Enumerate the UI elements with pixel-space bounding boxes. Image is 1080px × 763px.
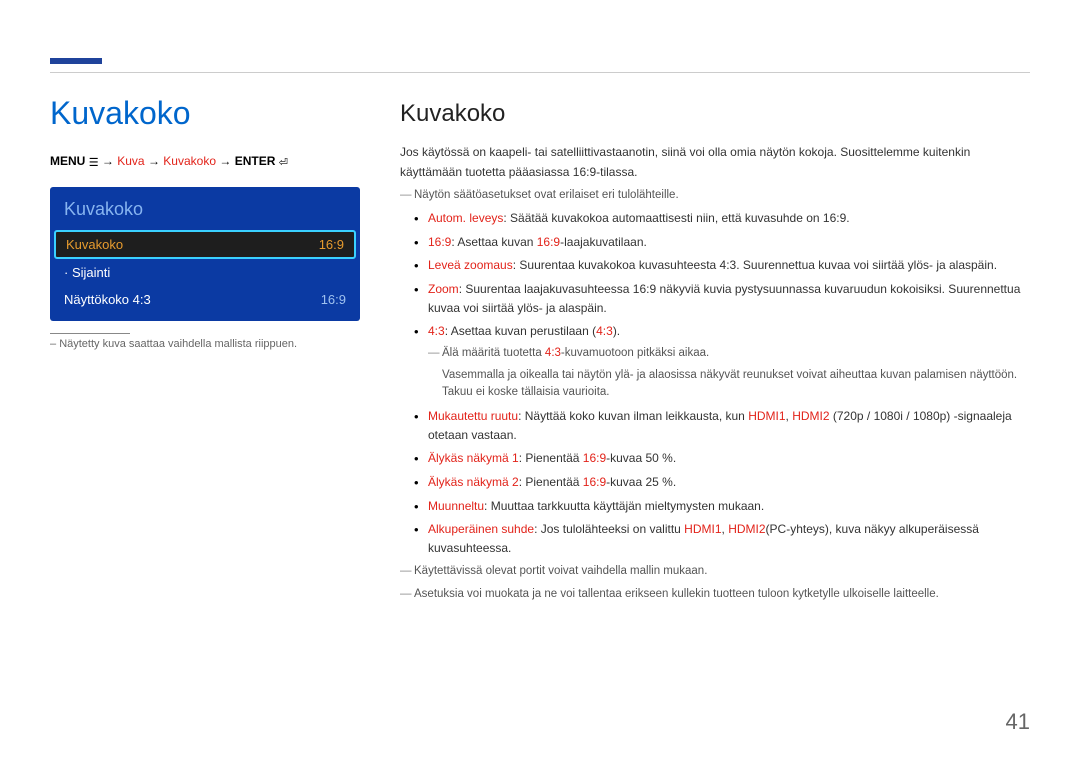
note-4-3-burn: Vasemmalla ja oikealla tai näytön ylä- j… [428, 367, 1030, 403]
option-text: : Pienentää [519, 451, 583, 465]
option-text: : Jos tulolähteeksi on valittu [534, 522, 684, 536]
option-kw: 16:9 [583, 451, 606, 465]
osd-menu-title: Kuvakoko [50, 197, 360, 230]
top-divider [50, 72, 1030, 73]
option-kw: 4:3 [596, 324, 613, 338]
osd-row-label: · Sijainti [64, 265, 110, 280]
option-zoom: Zoom: Suurentaa laajakuvasuhteessa 16:9 … [428, 280, 1030, 317]
breadcrumb: MENU ☰ → Kuva → Kuvakoko → ENTER ⏎ [50, 154, 360, 169]
option-label: 16:9 [428, 235, 451, 249]
option-text: -laajakuvatilaan. [560, 235, 647, 249]
option-label: Älykäs näkymä 1 [428, 451, 519, 465]
note-ports-vary: Käytettävissä olevat portit voivat vaihd… [400, 562, 1030, 580]
option-label: Leveä zoomaus [428, 258, 513, 272]
osd-menu-box: Kuvakoko Kuvakoko 16:9 · Sijainti Näyttö… [50, 187, 360, 321]
left-title: Kuvakoko [50, 95, 360, 132]
left-footnote: – Näytetty kuva saattaa vaihdella mallis… [50, 338, 360, 350]
bc-arrow: → [219, 154, 234, 168]
option-alykas-nakyma-2: Älykäs näkymä 2: Pienentää 16:9-kuvaa 25… [428, 473, 1030, 492]
option-16-9: 16:9: Asettaa kuvan 16:9-laajakuvatilaan… [428, 233, 1030, 252]
bc-arrow: → [148, 154, 163, 168]
option-alykas-nakyma-1: Älykäs näkymä 1: Pienentää 16:9-kuvaa 50… [428, 449, 1030, 468]
intro-paragraph: Jos käytössä on kaapeli- tai satelliitti… [400, 143, 1030, 181]
note-4-3-caution: Älä määritä tuotetta 4:3-kuvamuotoon pit… [428, 345, 1030, 363]
enter-icon: ⏎ [279, 156, 288, 169]
osd-row-kuvakoko[interactable]: Kuvakoko 16:9 [54, 230, 356, 259]
bc-arrow: → [102, 154, 117, 168]
footnote-divider [50, 333, 130, 334]
option-kw: 16:9 [537, 235, 560, 249]
option-text: : Suurentaa kuvakokoa kuvasuhteesta 4:3.… [513, 258, 997, 272]
option-autom-leveys: Autom. leveys: Säätää kuvakokoa automaat… [428, 209, 1030, 228]
option-text: : Pienentää [519, 475, 583, 489]
option-kw: 16:9 [583, 475, 606, 489]
option-label: Autom. leveys [428, 211, 503, 225]
option-label: Zoom [428, 282, 459, 296]
option-kw: HDMI1 [684, 522, 721, 536]
option-label: Älykäs näkymä 2 [428, 475, 519, 489]
option-mukautettu-ruutu: Mukautettu ruutu: Näyttää koko kuvan ilm… [428, 407, 1030, 444]
footnote-text: Näytetty kuva saattaa vaihdella mallista… [59, 338, 297, 350]
right-column: Kuvakoko Jos käytössä on kaapeli- tai sa… [400, 95, 1030, 607]
option-text: -kuvaa 25 %. [606, 475, 676, 489]
option-label: Mukautettu ruutu [428, 409, 518, 423]
option-label: 4:3 [428, 324, 445, 338]
osd-row-label: Kuvakoko [66, 237, 123, 252]
osd-row-nayttokoko[interactable]: Näyttökoko 4:3 16:9 [50, 286, 360, 313]
right-title: Kuvakoko [400, 95, 1030, 133]
option-text: : Suurentaa laajakuvasuhteessa 16:9 näky… [428, 282, 1020, 315]
accent-bar [50, 58, 102, 64]
option-text: -kuvaa 50 %. [606, 451, 676, 465]
option-text: : Muuttaa tarkkuutta käyttäjän mieltymys… [484, 499, 764, 513]
option-text: : Näyttää koko kuvan ilman leikkausta, k… [518, 409, 748, 423]
option-text: ). [613, 324, 620, 338]
option-levea-zoomaus: Leveä zoomaus: Suurentaa kuvakokoa kuvas… [428, 256, 1030, 275]
option-label: Muunneltu [428, 499, 484, 513]
bc-part-kuvakoko: Kuvakoko [163, 154, 216, 168]
option-alkuperainen-suhde: Alkuperäinen suhde: Jos tulolähteeksi on… [428, 520, 1030, 557]
content-area: Kuvakoko MENU ☰ → Kuva → Kuvakoko → ENTE… [50, 0, 1030, 607]
bc-enter-label: ENTER [235, 154, 276, 168]
option-kw: HDMI2 [792, 409, 829, 423]
menu-icon: ☰ [89, 156, 99, 169]
osd-row-value: 16:9 [321, 292, 346, 307]
option-list: Autom. leveys: Säätää kuvakokoa automaat… [400, 209, 1030, 557]
osd-row-sijainti[interactable]: · Sijainti [50, 259, 360, 286]
option-muunneltu: Muunneltu: Muuttaa tarkkuutta käyttäjän … [428, 497, 1030, 516]
page-container: Kuvakoko MENU ☰ → Kuva → Kuvakoko → ENTE… [0, 0, 1080, 763]
option-kw: HDMI2 [728, 522, 765, 536]
note-text: Älä määritä tuotetta [442, 347, 545, 359]
note-text: -kuvamuotoon pitkäksi aikaa. [561, 347, 709, 359]
osd-row-value: 16:9 [319, 237, 344, 252]
bc-menu-label: MENU [50, 154, 85, 168]
option-text: : Asettaa kuvan [451, 235, 536, 249]
osd-row-label: Näyttökoko 4:3 [64, 292, 151, 307]
left-column: Kuvakoko MENU ☰ → Kuva → Kuvakoko → ENTE… [50, 95, 360, 607]
note-display-settings: Näytön säätöasetukset ovat erilaiset eri… [400, 186, 1030, 204]
option-kw: HDMI1 [748, 409, 785, 423]
option-4-3: 4:3: Asettaa kuvan perustilaan (4:3). Äl… [428, 322, 1030, 402]
option-text: : Säätää kuvakokoa automaattisesti niin,… [503, 211, 849, 225]
note-kw: 4:3 [545, 347, 561, 359]
page-number: 41 [1006, 709, 1030, 735]
note-settings-save: Asetuksia voi muokata ja ne voi tallenta… [400, 585, 1030, 603]
bc-part-kuva: Kuva [117, 154, 144, 168]
option-label: Alkuperäinen suhde [428, 522, 534, 536]
option-text: : Asettaa kuvan perustilaan ( [445, 324, 596, 338]
